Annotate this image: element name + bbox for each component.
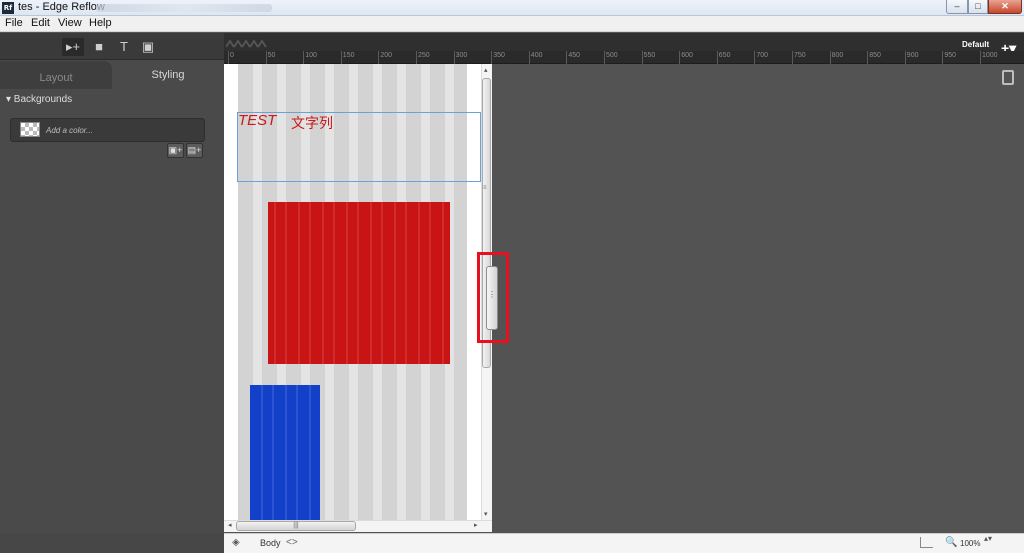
scroll-down-arrow[interactable]: ▾ — [484, 510, 488, 518]
ruler-tick — [679, 51, 681, 64]
breakpoint-bar — [224, 33, 1024, 51]
ruler-tick-label: 550 — [643, 52, 656, 59]
menu-view[interactable]: View — [58, 17, 82, 29]
ruler-tick-label: 450 — [568, 52, 581, 59]
alignment-icon[interactable] — [920, 537, 933, 548]
ruler-tick-label: 900 — [906, 52, 919, 59]
breakpoint-label[interactable]: Default — [962, 40, 989, 49]
tool-bar — [0, 33, 224, 60]
vertical-thumb-grip: ≡ — [483, 185, 487, 191]
minimize-button[interactable]: – — [946, 0, 968, 14]
ruler-tick-label: 100 — [305, 52, 317, 59]
text-test[interactable]: TEST — [238, 112, 276, 129]
maximize-button[interactable]: □ — [968, 0, 988, 14]
ruler-tick — [453, 51, 455, 64]
ruler-tick — [792, 51, 793, 64]
app-icon: Rf — [2, 2, 14, 14]
close-button[interactable]: ✕ — [988, 0, 1022, 14]
ruler-tick-label: 0 — [230, 52, 234, 59]
ruler-tick — [416, 51, 417, 64]
ruler-tick-label: 950 — [944, 52, 957, 59]
window-title: tes - Edge Reflow — [18, 1, 105, 13]
ruler-tick — [528, 51, 530, 64]
zoom-level[interactable]: 100% — [960, 539, 980, 548]
ruler-tick — [491, 51, 493, 64]
transparent-swatch[interactable] — [20, 122, 40, 137]
menu-bar — [0, 16, 1024, 32]
horizontal-ruler: 0 50 100 150 200 250 300 350 400 450 500 550 600 650 7… — [224, 51, 1024, 64]
scroll-left-arrow[interactable]: ◂ — [228, 521, 232, 529]
ruler-tick-label: 50 — [267, 52, 276, 59]
left-panel — [0, 33, 224, 553]
scroll-up-arrow[interactable]: ▴ — [484, 66, 488, 74]
ruler-tick — [340, 51, 342, 64]
red-box-column-lines — [274, 202, 444, 364]
ruler-tick-label: 1000 — [982, 52, 998, 59]
select-tool-icon[interactable]: ▸+ — [62, 38, 84, 56]
add-color-placeholder[interactable]: Add a color... — [46, 126, 93, 135]
status-bar — [224, 533, 1024, 553]
ruler-tick-label: 200 — [380, 52, 393, 59]
left-panel-footer — [0, 533, 224, 553]
ruler-tick-label: 600 — [681, 52, 693, 59]
ruler-tick — [265, 51, 267, 64]
red-box-element[interactable] — [268, 202, 450, 364]
ruler-tick-label: 800 — [831, 52, 844, 59]
menu-file[interactable]: File — [5, 17, 23, 29]
ruler-tick-label: 650 — [718, 52, 731, 59]
breadcrumb-nav-icon[interactable]: <> — [286, 537, 298, 548]
tab-layout[interactable]: Layout — [0, 61, 112, 89]
breadcrumb-body[interactable]: Body — [260, 538, 281, 548]
ruler-tick — [604, 51, 605, 64]
add-gradient-button[interactable]: ▤+ — [186, 143, 203, 158]
layers-icon[interactable]: ◈ — [232, 537, 240, 548]
ruler-tick-label: 250 — [418, 52, 430, 59]
menu-help[interactable]: Help — [89, 17, 112, 29]
image-tool-icon[interactable]: ▣ — [137, 38, 159, 56]
device-preview-icon[interactable] — [1002, 70, 1014, 85]
box-tool-icon[interactable]: ■ — [88, 38, 110, 56]
ruler-tick — [754, 51, 756, 64]
zoom-stepper-icon[interactable]: ▴▾ — [984, 535, 992, 543]
ruler-tick — [980, 51, 981, 64]
ruler-tick — [378, 51, 380, 64]
blue-box-column-lines — [261, 385, 311, 523]
ruler-tick-label: 850 — [869, 52, 881, 59]
ruler-tick — [942, 51, 944, 64]
zoom-icon: 🔍 — [945, 537, 958, 548]
ruler-tick-label: 150 — [342, 52, 355, 59]
add-image-button[interactable]: ▣+ — [167, 143, 184, 158]
ruler-tick-label: 500 — [606, 52, 618, 59]
ruler-tick-label: 750 — [794, 52, 806, 59]
ruler-tick-label: 300 — [455, 52, 468, 59]
ruler-tick — [829, 51, 831, 64]
ruler-tick — [641, 51, 643, 64]
blue-box-element[interactable] — [250, 385, 320, 523]
ruler-tick-label: 350 — [493, 52, 505, 59]
backgrounds-section-toggle[interactable]: ▾ Backgrounds — [6, 94, 72, 105]
ruler-tick — [904, 51, 906, 64]
blurred-file-path — [96, 4, 272, 12]
ruler-tick — [566, 51, 568, 64]
ruler-tick — [867, 51, 869, 64]
text-japanese[interactable]: 文字列 — [291, 113, 333, 133]
highlight-annotation — [477, 252, 509, 343]
ruler-tick-label: 400 — [530, 52, 543, 59]
scroll-right-arrow[interactable]: ▸ — [474, 521, 478, 529]
ruler-tick-label: 700 — [756, 52, 769, 59]
ruler-tick — [303, 51, 305, 64]
ruler-tick — [228, 51, 229, 64]
ruler-tick — [716, 51, 718, 64]
text-tool-icon[interactable]: T — [113, 38, 135, 56]
menu-edit[interactable]: Edit — [31, 17, 50, 29]
horizontal-scroll-thumb[interactable]: ||| — [236, 521, 356, 531]
tab-styling[interactable]: Styling — [112, 61, 224, 89]
